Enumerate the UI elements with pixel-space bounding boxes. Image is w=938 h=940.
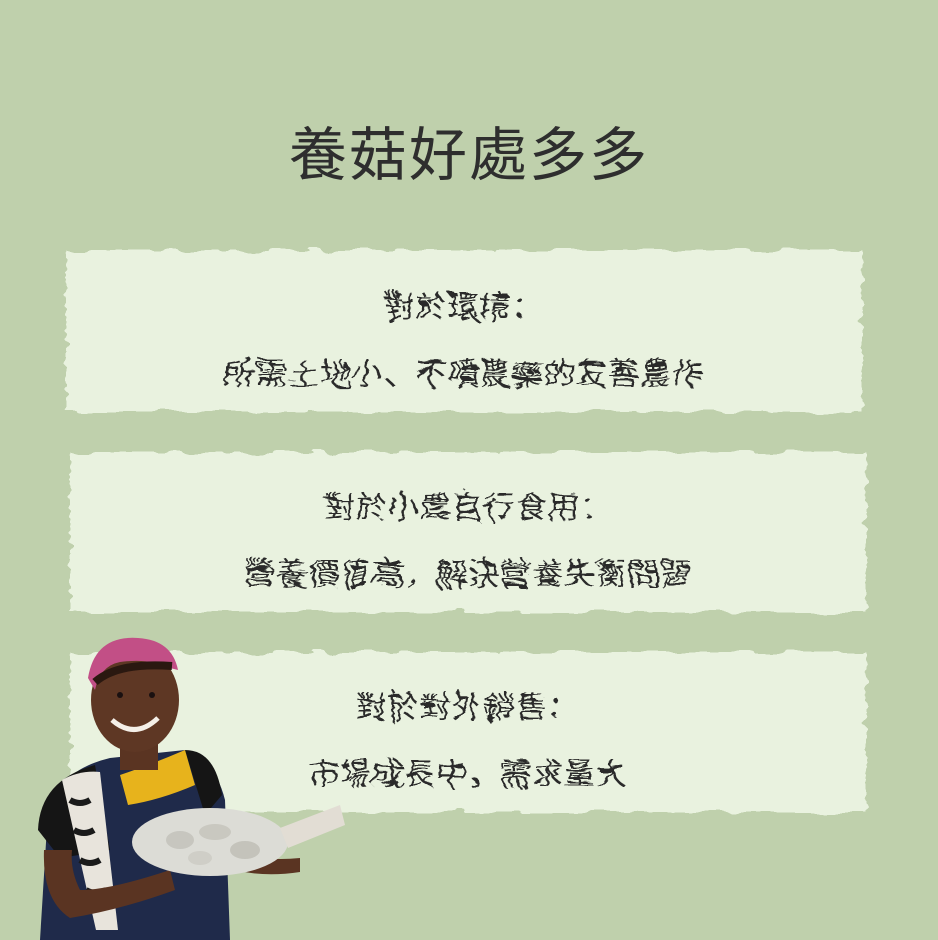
- benefit-card-environment: 對於環境： 所需土地小、不噴農藥的友善農作: [66, 250, 862, 412]
- benefit-heading: 對於環境：: [384, 290, 544, 326]
- page-title: 養菇好處多多: [288, 121, 649, 189]
- farmer-photo: [38, 637, 345, 940]
- benefit-card-self-consumption: 對於小農自行食用： 營養價值高，解決營養失衡問題: [70, 452, 866, 612]
- benefit-heading: 對於小農自行食用：: [324, 490, 612, 526]
- benefit-detail: 營養價值高，解決營養失衡問題: [244, 557, 692, 593]
- benefit-detail: 所需土地小、不噴農藥的友善農作: [224, 357, 704, 393]
